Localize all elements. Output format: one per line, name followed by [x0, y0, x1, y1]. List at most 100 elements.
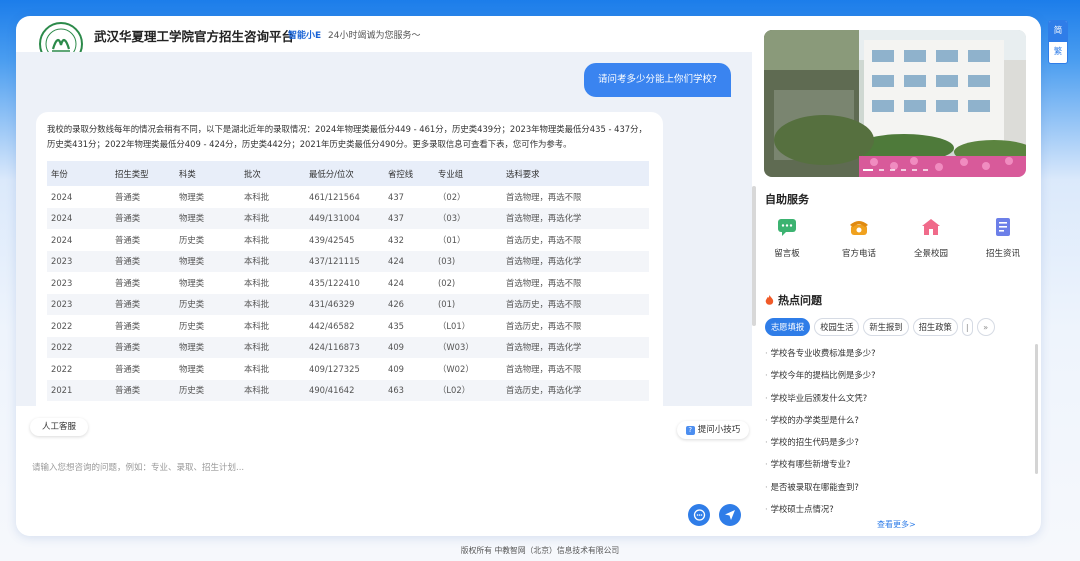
- table-cell: 本科批: [244, 363, 270, 374]
- table-cell: 普通类: [115, 320, 141, 331]
- table-cell: 490/41642: [305, 379, 384, 401]
- admission-score-table: 年份 招生类型 科类 批次 最低分/位次 省控线 专业组 选科要求 2024 普通…: [47, 161, 649, 401]
- table-row: 2023 普通类 物理类 本科批 435/122410 424 (02) 首选物理，再选不限: [47, 272, 649, 294]
- hot-question-item[interactable]: 学校各专业收费标准是多少?: [765, 342, 1030, 364]
- table-cell: 449/131004: [305, 207, 384, 229]
- tab-campus-life[interactable]: 校园生活: [814, 318, 860, 336]
- table-body: 2024 普通类 物理类 本科批 461/121564 437 （02） 首选物理，再选不限 2…: [47, 186, 649, 401]
- service-phone[interactable]: 官方电话: [829, 216, 889, 259]
- service-admission-news[interactable]: 招生资讯: [973, 216, 1033, 259]
- table-cell: 本科批: [244, 234, 270, 245]
- table-cell: 435: [388, 320, 404, 331]
- emoji-button[interactable]: [688, 504, 710, 526]
- table-row: 2024 普通类 物理类 本科批 461/121564 437 （02） 首选物理，再选不限: [47, 186, 649, 208]
- bot-answer-text: 我校的录取分数线每年的情况会稍有不同，以下是湖北近年的录取情况：2024年物理类…: [47, 124, 647, 149]
- assistant-info: 智能小E 24小时竭诚为您服务～: [288, 28, 420, 41]
- hot-question-item[interactable]: 学校的招生代码是多少?: [765, 431, 1030, 453]
- bot-answer-card: 我校的录取分数线每年的情况会稍有不同，以下是湖北近年的录取情况：2024年物理类…: [36, 112, 663, 406]
- table-cell: 2024: [51, 234, 73, 245]
- table-cell: 461/121564: [309, 191, 360, 202]
- question-list-scrollbar[interactable]: [1035, 344, 1038, 474]
- human-service-button[interactable]: 人工客服: [30, 418, 88, 436]
- send-button[interactable]: [719, 504, 741, 526]
- col-header: 选科要求: [502, 161, 649, 186]
- table-cell: 424: [388, 277, 404, 288]
- table-cell: 普通类: [111, 293, 175, 315]
- user-message-bubble: 请问考多少分能上你们学校?: [583, 63, 731, 97]
- table-cell: 首选物理，再选不限: [506, 277, 582, 288]
- table-cell: 物理类: [175, 336, 240, 358]
- hot-question-item[interactable]: 学校硕士点情况?: [765, 498, 1030, 520]
- table-cell: （W03）: [434, 336, 502, 358]
- table-cell: （W02）: [438, 363, 474, 374]
- table-cell: （03）: [434, 207, 502, 229]
- table-cell: 424: [384, 250, 434, 272]
- main-card: 武汉华夏理工学院官方招生咨询平台 智能小E 24小时竭诚为您服务～ 请问考多少分…: [16, 16, 1041, 536]
- table-cell: 2024: [47, 207, 111, 229]
- question-tips-button[interactable]: ? 提问小技巧: [677, 421, 749, 439]
- table-cell: 物理类: [175, 207, 240, 229]
- table-cell: 437: [384, 207, 434, 229]
- hot-question-tabs: 志愿填报 校园生活 新生报到 招生政策 | »: [765, 318, 995, 336]
- chat-scrollbar[interactable]: [752, 186, 756, 326]
- message-input[interactable]: [30, 457, 714, 479]
- table-cell: 435/122410: [309, 277, 360, 288]
- service-message-board[interactable]: 留言板: [757, 216, 817, 259]
- table-row: 2022 普通类 物理类 本科批 409/127325 409 （W02） 首选物理，再选不限: [47, 358, 649, 380]
- tabs-more-button[interactable]: »: [976, 318, 995, 336]
- table-cell: 首选物理，再选化学: [502, 336, 649, 358]
- table-cell: （L02）: [434, 379, 502, 401]
- hot-question-item[interactable]: 学校的办学类型是什么?: [765, 409, 1030, 431]
- table-cell: 2021: [47, 379, 111, 401]
- table-cell: 409: [388, 363, 404, 374]
- tab-admission-policy[interactable]: 招生政策: [912, 318, 958, 336]
- service-campus-tour[interactable]: 全景校园: [901, 216, 961, 259]
- campus-photo-carousel[interactable]: [764, 30, 1026, 177]
- table-cell: 普通类: [111, 379, 175, 401]
- col-header: 批次: [240, 161, 305, 186]
- hot-question-item[interactable]: 学校有哪些新增专业?: [765, 453, 1030, 475]
- table-cell: 409: [384, 336, 434, 358]
- tab-application[interactable]: 志愿填报: [765, 318, 811, 336]
- hot-question-item[interactable]: 学校今年的提档比例是多少?: [765, 364, 1030, 386]
- table-cell: 本科批: [240, 336, 305, 358]
- hot-question-list: 学校各专业收费标准是多少? 学校今年的提档比例是多少? 学校毕业后颁发什么文凭?…: [765, 342, 1030, 520]
- see-more-link[interactable]: 查看更多>: [877, 519, 916, 530]
- table-cell: 本科批: [244, 191, 270, 202]
- question-icon: ?: [685, 425, 695, 435]
- table-row: 2024 普通类 历史类 本科批 439/42545 432 （01） 首选历史，再选不限: [47, 229, 649, 251]
- table-cell: 首选历史，再选化学: [502, 379, 649, 401]
- table-cell: 首选历史，再选不限: [502, 293, 649, 315]
- table-cell: 432: [388, 234, 404, 245]
- table-cell: 首选物理，再选不限: [506, 363, 582, 374]
- traditional-chinese-button[interactable]: 繁: [1049, 42, 1067, 63]
- input-area: [16, 449, 752, 536]
- tab-overflow[interactable]: |: [961, 318, 973, 336]
- table-cell: 普通类: [115, 191, 141, 202]
- table-cell: 历史类: [179, 234, 205, 245]
- tab-freshman-registration[interactable]: 新生报到: [863, 318, 909, 336]
- table-cell: （L01）: [438, 320, 471, 331]
- service-label: 留言板: [774, 249, 800, 259]
- table-cell: 2023: [47, 250, 111, 272]
- hot-question-item[interactable]: 学校毕业后颁发什么文凭?: [765, 387, 1030, 409]
- fire-icon: [765, 294, 774, 305]
- table-cell: 本科批: [244, 277, 270, 288]
- table-cell: 409/127325: [309, 363, 360, 374]
- table-cell: 本科批: [240, 293, 305, 315]
- table-header-row: 年份 招生类型 科类 批次 最低分/位次 省控线 专业组 选科要求: [47, 161, 649, 186]
- table-cell: 普通类: [115, 363, 141, 374]
- simplified-chinese-button[interactable]: 简: [1049, 21, 1067, 42]
- hot-question-item[interactable]: 是否被录取在哪能查到?: [765, 476, 1030, 498]
- table-cell: (03): [434, 250, 502, 272]
- table-cell: 431/46329: [305, 293, 384, 315]
- table-cell: 2024: [51, 191, 73, 202]
- table-cell: 439/42545: [309, 234, 355, 245]
- news-icon: [996, 218, 1010, 236]
- table-cell: 物理类: [175, 250, 240, 272]
- carousel-dots[interactable]: [764, 169, 1026, 171]
- assistant-tagline: 24小时竭诚为您服务～: [328, 31, 421, 41]
- table-cell: 首选历史，再选不限: [506, 234, 582, 245]
- campus-building-image: [764, 30, 1026, 177]
- table-cell: 426: [384, 293, 434, 315]
